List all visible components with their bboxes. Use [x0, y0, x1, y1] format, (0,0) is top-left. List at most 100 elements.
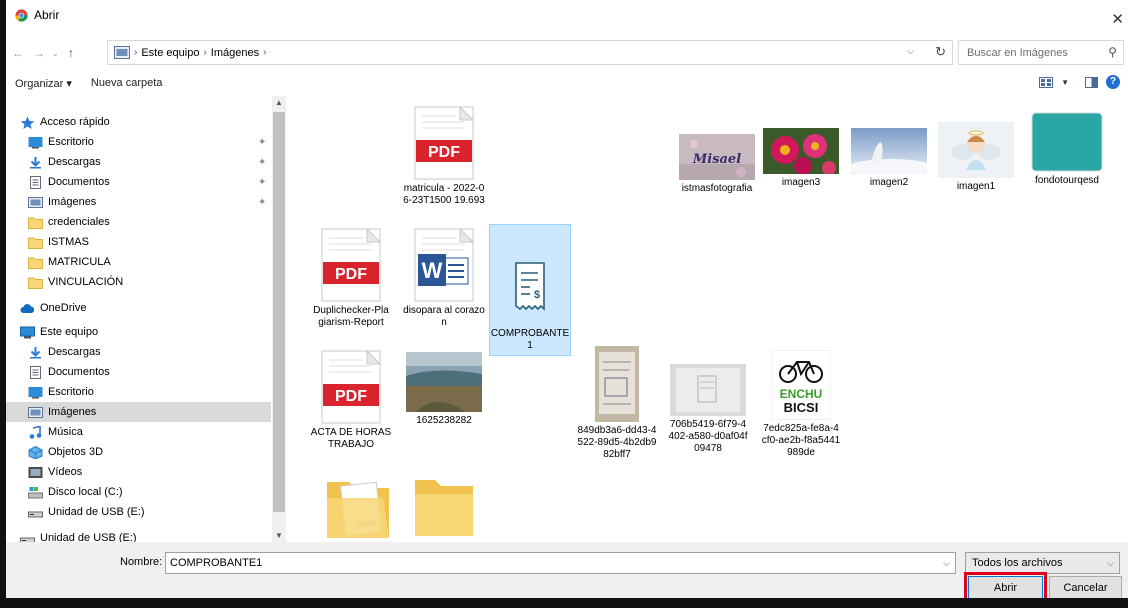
breadcrumb-imagenes[interactable]: Imágenes: [211, 47, 259, 59]
change-view-icon[interactable]: [1039, 76, 1054, 88]
pin-icon[interactable]: ✦: [258, 177, 266, 188]
documents-icon: [30, 365, 41, 379]
sidebar-item-label: OneDrive: [40, 302, 87, 314]
sidebar-item[interactable]: Disco local (C:): [6, 482, 271, 502]
sidebar-item-label: Imágenes: [48, 196, 97, 208]
sidebar-item[interactable]: Objetos 3D: [6, 442, 271, 462]
sidebar-item[interactable]: Escritorio ✦: [6, 132, 271, 152]
nav-scrollbar[interactable]: ▲ ▼: [272, 96, 286, 542]
file-item[interactable]: PDF Duplichecker-Pla giarism-Report: [310, 228, 392, 329]
file-name: istmasfotografia: [681, 183, 753, 194]
documents-icon: [30, 175, 41, 189]
sidebar-item[interactable]: Este equipo: [6, 322, 271, 342]
help-icon[interactable]: ?: [1106, 75, 1120, 89]
up-arrow-icon[interactable]: ↑: [68, 46, 74, 60]
forward-arrow-icon[interactable]: →: [33, 46, 45, 60]
filename-input[interactable]: COMPROBANTE1: [165, 552, 956, 574]
recent-locations-chevron-icon[interactable]: ⌄: [52, 49, 59, 58]
file-item[interactable]: 1625238282: [403, 352, 485, 427]
sidebar-item[interactable]: Acceso rápido: [6, 112, 271, 132]
file-name: matricula - 2022-06-23T1500 19.693: [403, 183, 485, 206]
scroll-down-icon[interactable]: ▼: [275, 531, 283, 540]
file-item[interactable]: Wdisopara al corazon: [403, 228, 485, 329]
search-input[interactable]: Buscar en Imágenes ⚲: [958, 40, 1124, 65]
svg-text:ENCHU: ENCHU: [780, 387, 823, 401]
sidebar-item[interactable]: VINCULACIÓN: [6, 272, 271, 292]
scrollbar-thumb[interactable]: [273, 112, 285, 512]
file-list: PDF matricula - 2022-06-23T1500 19.693 Mi…: [287, 96, 1128, 542]
sidebar-item[interactable]: Música: [6, 422, 271, 442]
sidebar-item[interactable]: Escritorio: [6, 382, 271, 402]
file-item[interactable]: ENCHU BICSI 7edc825a-fe8a-4 cf0-ae2b-f8a5…: [760, 350, 842, 459]
folder-item[interactable]: [403, 474, 485, 541]
file-name: COMPROBANTE 1: [490, 328, 570, 351]
file-name: Duplichecker-Pla giarism-Report: [313, 305, 389, 328]
sidebar-item-label: Escritorio: [48, 386, 94, 398]
sidebar-item[interactable]: Descargas: [6, 342, 271, 362]
desktop-icon: [28, 386, 43, 398]
sidebar-item[interactable]: Imágenes: [6, 402, 271, 422]
pictures-icon: [28, 406, 43, 418]
pin-icon[interactable]: ✦: [258, 137, 266, 148]
preview-pane-icon[interactable]: [1085, 76, 1098, 88]
file-item[interactable]: imagen2: [848, 128, 930, 189]
sidebar-item[interactable]: Imágenes ✦: [6, 192, 271, 212]
file-item[interactable]: imagen1: [935, 122, 1017, 193]
sidebar-item[interactable]: Unidad de USB (E:): [6, 502, 271, 522]
cancel-button[interactable]: Cancelar: [1049, 576, 1122, 599]
view-controls: ▼ ?: [1039, 75, 1120, 89]
sidebar-item[interactable]: Documentos: [6, 362, 271, 382]
new-folder-button[interactable]: Nueva carpeta: [91, 77, 163, 89]
sidebar-item[interactable]: OneDrive: [6, 298, 271, 318]
sidebar-item[interactable]: Vídeos: [6, 462, 271, 482]
sidebar-item[interactable]: MATRICULA: [6, 252, 271, 272]
sidebar-item-label: VINCULACIÓN: [48, 276, 124, 288]
download-icon: [30, 156, 41, 168]
breadcrumb-este-equipo[interactable]: Este equipo: [141, 47, 199, 59]
chevron-down-icon[interactable]: ⌵: [943, 558, 950, 569]
file-item[interactable]: PDF ACTA DE HORAS TRABAJO: [310, 350, 392, 451]
image-thumbnail: [851, 128, 927, 174]
file-item[interactable]: imagen3: [760, 128, 842, 189]
scroll-up-icon[interactable]: ▲: [275, 98, 283, 107]
file-item[interactable]: $ COMPROBANTE 1: [489, 224, 571, 356]
file-item[interactable]: 706b5419-6f79-4 402-a580-d0af04f 09478: [667, 364, 749, 455]
sidebar-item[interactable]: Descargas ✦: [6, 152, 271, 172]
download-icon: [30, 346, 41, 358]
chevron-down-icon[interactable]: ⌵: [907, 46, 914, 57]
refresh-icon[interactable]: ↻: [935, 44, 946, 60]
image-thumbnail: [595, 346, 639, 422]
sidebar-item[interactable]: Documentos ✦: [6, 172, 271, 192]
sidebar-item-label: Unidad de USB (E:): [48, 506, 145, 518]
file-name: 1625238282: [416, 415, 472, 426]
folder-icon: [28, 217, 43, 229]
breadcrumb-separator-icon: ›: [263, 47, 267, 58]
address-bar[interactable]: › Este equipo › Imágenes › ⌵ ↻: [107, 40, 953, 65]
close-icon[interactable]: ✕: [1111, 10, 1124, 28]
chevron-down-icon[interactable]: ▼: [1061, 78, 1069, 87]
file-item[interactable]: Misael istmasfotografia: [676, 134, 758, 195]
organize-button[interactable]: Organizar ▾: [15, 77, 72, 90]
sidebar-item[interactable]: Unidad de USB (E:): [6, 528, 271, 542]
sidebar-item-label: Unidad de USB (E:): [40, 532, 137, 542]
file-item[interactable]: 849db3a6-dd43-4 522-89d5-4b2db9 82bff7: [576, 346, 658, 461]
address-row: ← → ⌄ ↑ › Este equipo › Imágenes › ⌵ ↻ B…: [6, 36, 1128, 70]
sidebar-item[interactable]: ISTMAS: [6, 232, 271, 252]
sidebar-item-label: credenciales: [48, 216, 110, 228]
file-item[interactable]: fondotourqesd: [1026, 112, 1108, 187]
folder-icon: [28, 257, 43, 269]
search-icon[interactable]: ⚲: [1108, 45, 1117, 59]
back-arrow-icon[interactable]: ←: [12, 46, 24, 60]
folder-item[interactable]: archi: [317, 476, 399, 542]
music-icon: [29, 425, 42, 439]
sidebar-item-label: Descargas: [48, 156, 101, 168]
pin-icon[interactable]: ✦: [258, 157, 266, 168]
video-icon: [28, 466, 43, 478]
pin-icon[interactable]: ✦: [258, 197, 266, 208]
sidebar-item[interactable]: credenciales: [6, 212, 271, 232]
filename-label: Nombre:: [120, 556, 163, 568]
file-name: imagen3: [781, 177, 821, 188]
file-item[interactable]: PDF matricula - 2022-06-23T1500 19.693: [403, 106, 485, 207]
image-thumbnail: ENCHU BICSI: [771, 350, 831, 420]
file-type-select[interactable]: Todos los archivos ⌵: [965, 552, 1120, 574]
